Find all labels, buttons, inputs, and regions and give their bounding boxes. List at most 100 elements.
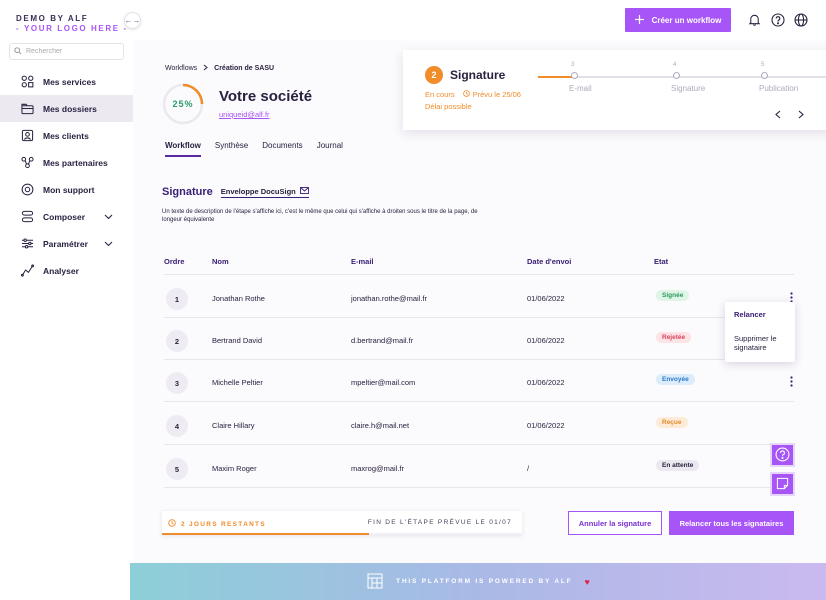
sidebar-item-label: Paramétrer bbox=[43, 238, 88, 249]
create-workflow-button[interactable]: Créer un workflow bbox=[625, 8, 731, 32]
days-progress-track bbox=[162, 533, 522, 535]
chevron-down-icon[interactable] bbox=[104, 212, 113, 222]
sidebar-item-parametrer[interactable]: Paramétrer bbox=[0, 230, 133, 257]
step-timeline bbox=[538, 76, 826, 78]
status-badge: Rejetée bbox=[656, 332, 692, 343]
table-row[interactable]: 1 Jonathan Rothe jonathan.rothe@mail.fr … bbox=[164, 276, 794, 318]
days-left: 2 JOURS RESTANTS bbox=[168, 519, 266, 529]
timeline-step-number: 4 bbox=[673, 62, 677, 68]
row-email: maxrog@mail.fr bbox=[351, 464, 405, 473]
sidebar-item-analyser[interactable]: Analyser bbox=[0, 257, 133, 284]
docusign-envelope-link[interactable]: Enveloppe DocuSign bbox=[220, 186, 309, 198]
table-header: Ordre Nom E-mail Date d'envoi Etat bbox=[164, 257, 794, 275]
sidebar: DEMO BY ALF - YOUR LOGO HERE - Mes servi… bbox=[0, 0, 133, 600]
main-content: Workflows Création de SASU 25% Votre soc… bbox=[133, 40, 826, 563]
timeline-step-label: E-mail bbox=[569, 84, 592, 93]
row-date: 01/06/2022 bbox=[527, 421, 565, 430]
tab-synthese[interactable]: Synthèse bbox=[215, 141, 248, 157]
apps-icon bbox=[20, 75, 34, 89]
timeline-step-number: 3 bbox=[571, 62, 575, 68]
row-order: 2 bbox=[166, 330, 188, 352]
bell-icon[interactable] bbox=[747, 12, 762, 27]
breadcrumb-current: Création de SASU bbox=[214, 65, 275, 72]
brand-tagline: - YOUR LOGO HERE - bbox=[16, 24, 128, 33]
table-row[interactable]: 3 Michelle Peltier mpeltier@mail.com 01/… bbox=[164, 360, 794, 402]
breadcrumb: Workflows Création de SASU bbox=[165, 64, 274, 73]
step-delay: Délai possible bbox=[425, 102, 472, 111]
menu-item-relancer[interactable]: Relancer bbox=[734, 310, 766, 319]
col-etat: Etat bbox=[654, 257, 669, 266]
tab-workflow[interactable]: Workflow bbox=[165, 141, 201, 157]
step-status: En cours Prévu le 25/06 bbox=[425, 90, 521, 99]
timeline-progress bbox=[538, 76, 574, 78]
client-card-icon bbox=[20, 129, 34, 143]
step-status-label: En cours bbox=[425, 90, 455, 99]
timeline-dot bbox=[673, 72, 680, 79]
tab-journal[interactable]: Journal bbox=[317, 141, 343, 157]
sidebar-item-services[interactable]: Mes services bbox=[0, 68, 133, 95]
status-badge: Envoyée bbox=[656, 374, 695, 385]
collapse-sidebar-button[interactable]: ←→ bbox=[124, 12, 141, 29]
search-input[interactable] bbox=[26, 48, 121, 55]
sidebar-item-partenaires[interactable]: Mes partenaires bbox=[0, 149, 133, 176]
sidebar-item-composer[interactable]: Composer bbox=[0, 203, 133, 230]
sidebar-item-label: Mes clients bbox=[43, 130, 89, 141]
table-row[interactable]: 4 Claire Hillary claire.h@mail.net 01/06… bbox=[164, 403, 794, 445]
brand-logo[interactable]: DEMO BY ALF - YOUR LOGO HERE - bbox=[16, 14, 128, 34]
table-row[interactable]: 2 Bertrand David d.bertrand@mail.fr 01/0… bbox=[164, 318, 794, 360]
footer-text: THIS PLATFORM IS POWERED BY ALF bbox=[396, 578, 573, 585]
clock-icon bbox=[168, 519, 176, 529]
sidebar-item-label: Composer bbox=[43, 211, 86, 222]
chevron-down-icon[interactable] bbox=[104, 239, 113, 249]
remaining-days-bar: 2 JOURS RESTANTS FIN DE L'ÉTAPE PRÉVUE L… bbox=[162, 511, 522, 535]
brand-name: DEMO BY ALF bbox=[16, 14, 89, 23]
chevron-right-icon bbox=[203, 64, 208, 73]
help-fab-button[interactable] bbox=[770, 443, 795, 467]
row-date: 01/06/2022 bbox=[527, 336, 565, 345]
timeline-step-label: Publication bbox=[759, 84, 799, 93]
step-end-date: FIN DE L'ÉTAPE PRÉVUE LE 01/07 bbox=[367, 519, 512, 526]
partners-icon bbox=[20, 156, 34, 170]
globe-icon[interactable] bbox=[793, 12, 808, 27]
sidebar-item-support[interactable]: Mon support bbox=[0, 176, 133, 203]
sidebar-item-label: Mes services bbox=[43, 76, 96, 87]
col-date: Date d'envoi bbox=[527, 257, 572, 266]
company-email-link[interactable]: uniqueid@alf.fr bbox=[219, 110, 270, 119]
sidebar-item-dossiers[interactable]: Mes dossiers bbox=[0, 95, 133, 122]
row-order: 1 bbox=[166, 288, 188, 310]
row-order: 3 bbox=[166, 372, 188, 394]
sidebar-item-label: Analyser bbox=[43, 265, 79, 276]
search-box[interactable] bbox=[9, 43, 124, 60]
tab-documents[interactable]: Documents bbox=[262, 141, 302, 157]
cancel-signature-button[interactable]: Annuler la signature bbox=[568, 511, 662, 535]
signature-heading: Signature bbox=[162, 186, 213, 198]
clock-icon bbox=[462, 90, 470, 99]
analytics-icon bbox=[20, 264, 34, 278]
breadcrumb-root[interactable]: Workflows bbox=[165, 65, 197, 72]
table-row[interactable]: 5 Maxim Roger maxrog@mail.fr / En attent… bbox=[164, 446, 794, 488]
more-options-icon[interactable] bbox=[788, 374, 794, 388]
search-icon bbox=[14, 46, 22, 57]
row-order: 5 bbox=[166, 458, 188, 480]
progress-ring: 25% bbox=[161, 82, 205, 126]
menu-item-supprimer[interactable]: Supprimer le signataire bbox=[734, 334, 789, 352]
sidebar-item-label: Mes partenaires bbox=[43, 157, 108, 168]
layers-icon bbox=[20, 210, 34, 224]
timeline-step-number: 5 bbox=[761, 62, 765, 68]
status-badge: Reçue bbox=[656, 417, 688, 428]
sidebar-item-clients[interactable]: Mes clients bbox=[0, 122, 133, 149]
status-badge: En attente bbox=[656, 460, 700, 471]
chevron-left-icon[interactable] bbox=[771, 107, 785, 121]
help-icon bbox=[775, 447, 790, 464]
company-name: Votre société bbox=[219, 88, 313, 105]
envelope-icon bbox=[299, 186, 309, 196]
row-order: 4 bbox=[166, 415, 188, 437]
remind-all-button[interactable]: Relancer tous les signataires bbox=[669, 511, 794, 535]
col-nom: Nom bbox=[212, 257, 229, 266]
row-name: Michelle Peltier bbox=[212, 378, 263, 387]
row-actions-menu: Relancer Supprimer le signataire bbox=[725, 302, 795, 362]
chevron-right-icon[interactable] bbox=[794, 107, 808, 121]
sidebar-nav: Mes services Mes dossiers Mes clients Me… bbox=[0, 68, 133, 284]
notes-fab-button[interactable] bbox=[770, 472, 795, 496]
help-icon[interactable] bbox=[770, 12, 785, 27]
